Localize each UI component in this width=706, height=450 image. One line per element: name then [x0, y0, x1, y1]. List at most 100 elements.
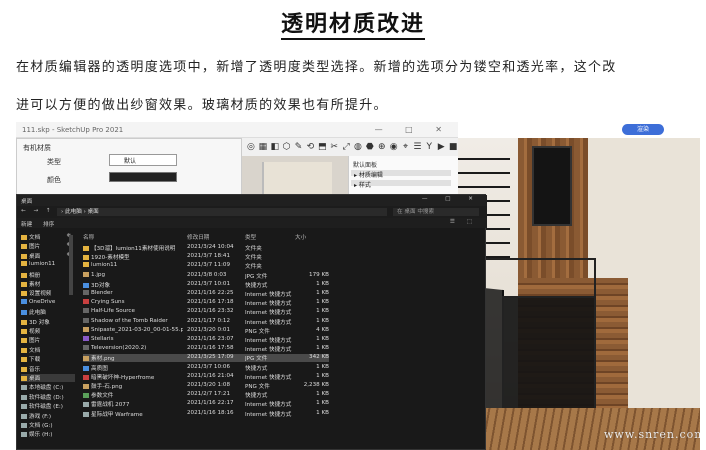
file-row[interactable]: Televersion(2020.2) 2021/1/16 17:58 Intern… — [83, 345, 329, 353]
sidebar-item[interactable]: 视频 — [21, 327, 75, 335]
file-row[interactable]: Shadow of the Tomb Raider 2021/1/17 0:12 I… — [83, 317, 329, 326]
sidebar-item[interactable]: 软件磁盘 (E:) — [21, 402, 75, 410]
file-date: 2021/1/16 23:07 — [187, 336, 234, 342]
file-date: 2021/3/7 18:41 — [187, 253, 231, 260]
render-button[interactable]: 渲染 — [622, 124, 664, 135]
view-tools[interactable]: ☰ ⬚ — [450, 219, 477, 225]
column-name[interactable]: 名称 — [83, 233, 94, 242]
file-row[interactable]: Snipaste_2021-03-20_00-01-55.png 2021/3/2… — [83, 326, 329, 335]
folder-icon — [21, 347, 27, 353]
file-row[interactable]: Stellaris 2021/1/16 23:07 Internet 快捷方式 1 K… — [83, 336, 329, 344]
sidebar-item[interactable]: lumion11 — [21, 261, 75, 269]
toolbar-icon[interactable]: ⤢ — [341, 142, 351, 152]
file-row[interactable]: 鼓手-石.png 2021/3/20 1:08 PNG 文件 2,238 KB — [83, 382, 329, 390]
toolbar-icon[interactable]: ■ — [448, 142, 458, 152]
toolbar-icon[interactable]: ☰ — [412, 142, 422, 152]
toolbar-icon[interactable]: ✎ — [294, 142, 304, 152]
file-size: 1 KB — [316, 299, 329, 306]
toolbar-icon[interactable]: ⊕ — [377, 142, 387, 152]
file-row[interactable]: 1.jpg 2021/3/8 0:03 JPG 文件 179 KB — [83, 271, 329, 280]
sidebar-item[interactable]: 软件磁盘 (D:) — [21, 393, 75, 401]
sidebar-item[interactable]: 此电脑 — [21, 308, 75, 316]
sidebar-item[interactable]: 本地磁盘 (C:) — [21, 383, 75, 391]
toolbar-icon[interactable]: ✂ — [329, 142, 339, 152]
sidebar-item[interactable]: 下载 — [21, 355, 75, 363]
file-row[interactable]: 星际战甲 Warframe 2021/1/16 18:16 Internet 快捷方… — [83, 410, 329, 418]
toolbar-icon[interactable]: ◍ — [353, 142, 363, 152]
file-row[interactable]: 1920-素材模型 2021/3/7 18:41 文件夹 — [83, 253, 329, 261]
file-icon — [83, 336, 89, 341]
address-bar[interactable]: › 此电脑 › 桌面 — [57, 208, 387, 216]
file-type: Internet 快捷方式 — [245, 310, 292, 317]
file-type: 文件夹 — [245, 255, 262, 262]
sidebar-item-label: 设置视频 — [29, 291, 52, 298]
file-type: Internet 快捷方式 — [245, 319, 292, 326]
file-name-text: Snipaste_2021-03-20_00-01-55.png — [91, 326, 183, 333]
file-row[interactable]: lumion11 2021/3/7 11:09 文件夹 — [83, 262, 329, 270]
file-row[interactable]: Crying Suns 2021/1/16 17:18 Internet 快捷方式 1… — [83, 299, 329, 307]
nav-pane-scrollbar[interactable] — [69, 235, 73, 295]
toolbar-icon[interactable]: ⟲ — [305, 142, 315, 152]
file-date: 2021/3/20 1:08 — [187, 382, 231, 388]
sidebar-item[interactable]: 3D 对象 — [21, 318, 75, 326]
file-row[interactable]: 暗黑破坏神-Hyperfrome 2021/1/16 21:04 Internet … — [83, 373, 329, 381]
file-row[interactable]: 【3D溜】lumion11素材使用说明 2021/3/24 10:04 文件夹 — [83, 244, 329, 252]
file-type: 文件夹 — [245, 264, 262, 271]
explorer-window-controls[interactable]: — □ ✕ — [422, 196, 481, 202]
toolbar-icon[interactable]: ⬒ — [317, 142, 327, 152]
sidebar-item[interactable]: OneDrive — [21, 298, 75, 307]
file-row[interactable]: 雷霆战机 2077 2021/1/16 22:17 Internet 快捷方式 1 K… — [83, 400, 329, 408]
file-date: 2021/3/7 11:09 — [187, 262, 231, 269]
sidebar-item[interactable]: 桌面 — [21, 374, 75, 382]
sidebar-item[interactable]: 桌面✱ — [21, 252, 75, 260]
file-type: 快捷方式 — [245, 282, 268, 289]
sidebar-item-label: 软件磁盘 (D:) — [29, 394, 64, 401]
column-type[interactable]: 类型 — [245, 233, 256, 242]
file-icon — [83, 326, 89, 332]
file-row[interactable]: 参数文件 2021/2/7 17:21 快捷方式 1 KB — [83, 391, 329, 399]
file-row[interactable]: Blender 2021/1/16 22:25 Internet 快捷方式 1 KB — [83, 290, 329, 298]
file-name-text: 素材.png — [91, 356, 115, 363]
file-icon — [83, 262, 89, 268]
new-button[interactable]: 新建 — [21, 220, 32, 228]
sketchup-window-title: 111.skp - SketchUp Pro 2021 — [22, 126, 124, 134]
toolbar-icon[interactable]: ⬡ — [282, 142, 292, 152]
file-row[interactable]: Half-Life Source 2021/1/16 23:32 Internet … — [83, 308, 329, 316]
tray-item-materials[interactable]: ▸ 材质编辑 — [351, 170, 451, 179]
file-name: 3D对象 — [83, 281, 183, 289]
file-row[interactable]: 素材.png 2021/3/25 17:09 JPG 文件 342 KB — [83, 354, 329, 363]
file-date: 2021/3/7 10:06 — [187, 363, 231, 370]
toolbar-icon[interactable]: ◧ — [270, 142, 280, 152]
sidebar-item[interactable]: 游戏 (F:) — [21, 412, 75, 420]
sidebar-item[interactable]: 文档 (G:) — [21, 421, 75, 429]
file-row[interactable]: 高质图 2021/3/7 10:06 快捷方式 1 KB — [83, 364, 329, 372]
tray-item-styles[interactable]: ▸ 样式 — [351, 180, 451, 189]
sort-button[interactable]: 排序 — [43, 220, 54, 228]
sidebar-item-label: 相册 — [29, 272, 41, 279]
color-swatch[interactable] — [109, 172, 177, 182]
toolbar-icon[interactable]: ⬣ — [365, 142, 375, 152]
sketchup-window-controls[interactable]: — □ ✕ — [375, 125, 452, 134]
file-size: 1 KB — [316, 391, 329, 398]
toolbar-icon[interactable]: ▶ — [436, 142, 446, 152]
toolbar-icon[interactable]: ◉ — [389, 142, 399, 152]
nav-buttons[interactable]: ← → ↑ — [21, 208, 54, 214]
type-select[interactable]: 默认 — [109, 154, 177, 166]
toolbar-icon[interactable]: ⌖ — [401, 142, 411, 152]
sidebar-item[interactable]: 相册 — [21, 271, 75, 279]
sidebar-item-label: OneDrive — [29, 298, 56, 305]
file-row[interactable]: 3D对象 2021/3/7 10:01 快捷方式 1 KB — [83, 281, 329, 289]
file-name: Crying Suns — [83, 299, 183, 305]
sidebar-item[interactable]: 娱乐 (H:) — [21, 430, 75, 438]
search-input[interactable]: 在 桌面 中搜索 — [393, 208, 479, 216]
column-date[interactable]: 修改日期 — [187, 233, 209, 242]
sidebar-item[interactable]: 设置视频 — [21, 289, 75, 297]
sidebar-item[interactable]: 素材 — [21, 280, 75, 288]
sidebar-item[interactable]: 图片✱ — [21, 242, 75, 250]
sidebar-item[interactable]: 文档✱ — [21, 233, 75, 241]
sidebar-item[interactable]: 音乐 — [21, 365, 75, 373]
sidebar-item[interactable]: 图片 — [21, 336, 75, 344]
sidebar-item[interactable]: 文档 — [21, 346, 75, 354]
column-size[interactable]: 大小 — [295, 233, 306, 242]
toolbar-icon[interactable]: Y — [424, 142, 434, 152]
